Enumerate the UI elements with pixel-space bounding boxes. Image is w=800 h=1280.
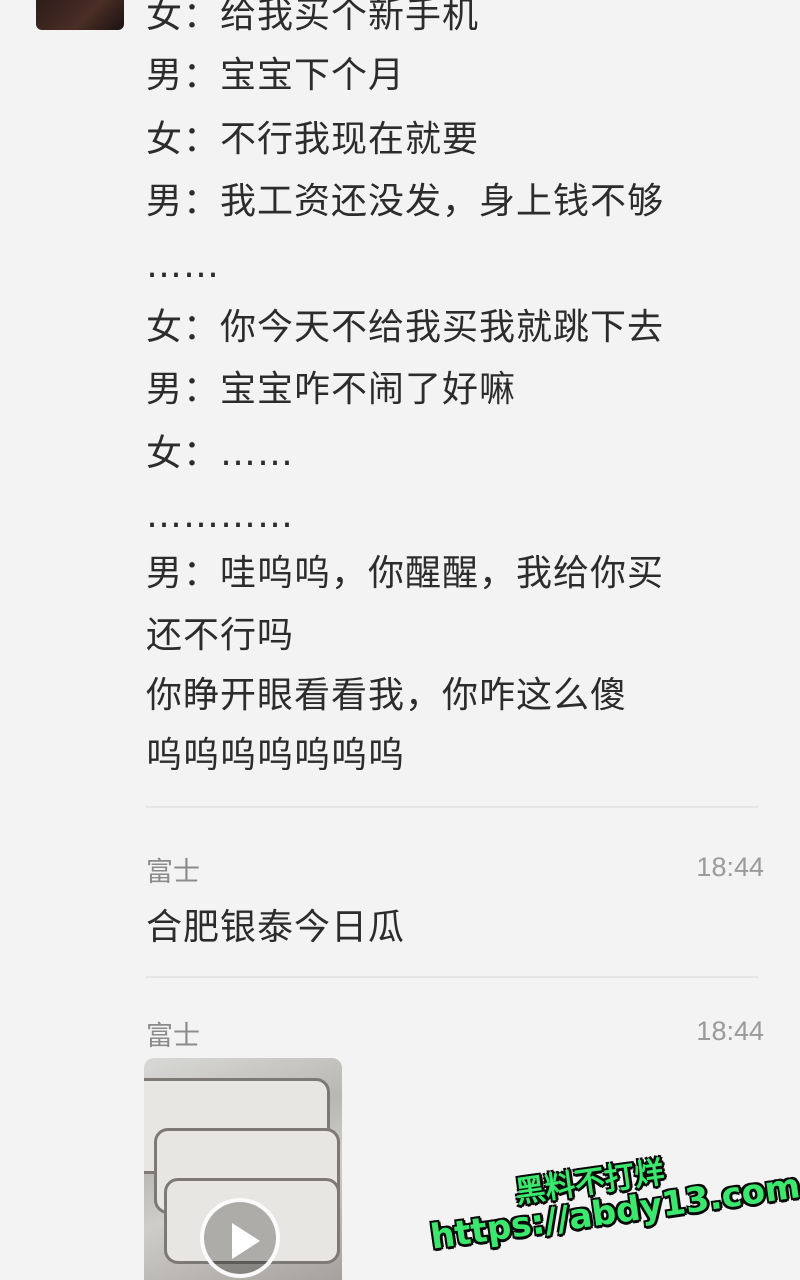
chat-screen: 女：给我买个新手机 男：宝宝下个月 女：不行我现在就要 男：我工资还没发，身上钱… [0,0,800,1280]
chat-line: 女：…… [146,433,295,474]
chat-line: 你睁开眼看看我，你咋这么傻 [146,675,628,716]
avatar[interactable] [36,0,124,30]
chat-line: ………… [146,495,294,536]
chat-line: 男：哇呜呜，你醒醒，我给你买 [146,553,665,594]
chat-line: 女：不行我现在就要 [146,119,480,160]
chat-line: 男：我工资还没发，身上钱不够 [146,181,665,222]
message-time: 18:44 [696,1016,764,1046]
chat-line: 呜呜呜呜呜呜呜 [146,735,406,776]
play-icon[interactable] [200,1198,280,1278]
message-time: 18:44 [696,852,764,882]
chat-line: 女：给我买个新手机 [146,0,480,36]
message-divider [146,976,758,978]
chat-line: 女：你今天不给我买我就跳下去 [146,307,665,348]
chat-line: …… [146,245,220,286]
message-divider [146,806,758,808]
message-text: 合肥银泰今日瓜 [146,907,406,948]
chat-line: 男：宝宝咋不闹了好嘛 [146,369,517,410]
message-sender[interactable]: 富士 [146,850,200,889]
chat-line: 男：宝宝下个月 [146,55,406,96]
video-thumbnail[interactable] [144,1058,342,1280]
message-sender[interactable]: 富士 [146,1014,200,1053]
chat-line: 还不行吗 [146,615,295,656]
